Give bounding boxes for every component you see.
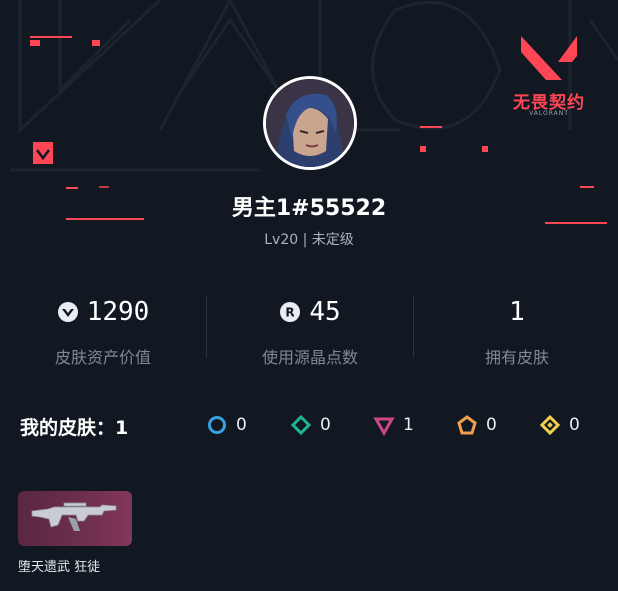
radianite-points-icon: R	[280, 302, 301, 322]
tier-deluxe-icon	[290, 414, 312, 436]
stat-radianite-used: R 45 使用源晶点数	[207, 292, 413, 368]
tier-ultra[interactable]: 0	[539, 414, 580, 436]
tier-select-icon	[208, 416, 226, 434]
tier-exclusive[interactable]: 0	[456, 414, 497, 436]
stat-value: 1	[509, 297, 525, 327]
stat-value: 45	[309, 297, 341, 327]
tier-deluxe[interactable]: 0	[290, 414, 331, 436]
avatar[interactable]	[263, 76, 357, 170]
rifle-vandal-icon	[31, 502, 117, 531]
tier-exclusive-icon	[457, 415, 477, 435]
stat-label: 拥有皮肤	[484, 348, 549, 367]
tier-count: 0	[236, 415, 247, 435]
stat-value: 1290	[86, 297, 150, 327]
tier-premium[interactable]: 1	[373, 414, 414, 436]
tier-count: 0	[486, 415, 497, 435]
skins-title: 我的皮肤：1	[20, 417, 129, 439]
corner-v-icon	[33, 142, 53, 164]
level-status: Lv20 | 未定级	[264, 232, 354, 248]
svg-text:R: R	[286, 306, 295, 320]
tier-count: 1	[403, 415, 414, 435]
tier-count: 0	[569, 415, 580, 435]
stat-skin-value: 1290 皮肤资产价值	[0, 292, 206, 368]
stat-label: 皮肤资产价值	[54, 348, 151, 367]
stat-owned-skins: 1 拥有皮肤	[414, 292, 618, 368]
tier-count: 0	[320, 415, 331, 435]
username: 男主1#55522	[231, 196, 387, 221]
valorant-points-icon	[57, 302, 78, 322]
tier-premium-icon	[373, 417, 395, 436]
brand-sub: VALORANT	[529, 110, 569, 117]
valorant-logo: 无畏契约 VALORANT	[506, 30, 592, 120]
stat-label: 使用源晶点数	[261, 348, 358, 367]
skin-name: 堕天遗武 狂徒	[18, 560, 101, 575]
player-avatar-portrait-icon	[266, 79, 354, 167]
tier-select[interactable]: 0	[206, 414, 247, 436]
tier-ultra-icon	[539, 414, 561, 436]
skin-card[interactable]	[18, 491, 132, 546]
valorant-v-icon	[521, 36, 577, 80]
